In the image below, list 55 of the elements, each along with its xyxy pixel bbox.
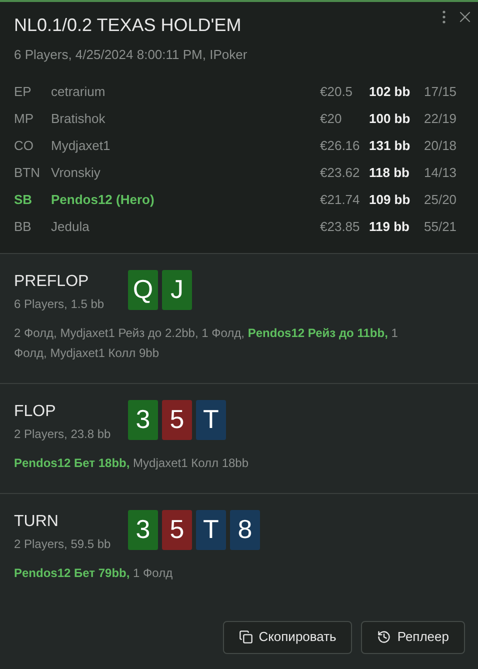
card: T [196, 400, 226, 440]
player-stats: 20/18 [424, 137, 458, 156]
card: 3 [128, 510, 158, 550]
replay-icon [377, 630, 392, 644]
player-stack: €20 [320, 110, 343, 128]
card: 8 [230, 510, 260, 550]
street-name: PREFLOP [14, 272, 90, 292]
player-stack: €23.85 [320, 218, 361, 236]
card: 3 [128, 400, 158, 440]
card: 5 [162, 400, 192, 440]
copy-button[interactable]: Скопировать [222, 620, 352, 654]
player-position: CO [14, 137, 34, 156]
player-stats: 55/21 [424, 218, 458, 236]
player-bb: 102 bb [369, 83, 412, 102]
player-name: Bratishok [51, 110, 106, 128]
card: T [196, 510, 226, 550]
player-position: SB [14, 191, 34, 210]
replay-button[interactable]: Реплеер [361, 620, 465, 654]
street-name: TURN [14, 512, 60, 532]
player-name: Mydjaxet1 [51, 137, 112, 156]
player-name: Jedula [51, 218, 90, 236]
street-info: 6 Players, 1.5 bb [14, 296, 106, 312]
player-stats: 22/19 [424, 110, 458, 128]
street-info: 2 Players, 23.8 bb [14, 426, 112, 442]
street-actions: 2 Фолд, Mydjaxet1 Рейз до 2.2bb, 1 Фолд, Pendos12 Рейз до 11bb, 1 Фолд, Mydjaxet1 Колл 9bb [14, 324, 399, 362]
player-bb: 119 bb [369, 218, 410, 236]
player-position: EP [14, 83, 32, 102]
player-bb: 118 bb [369, 164, 410, 182]
hand-title: NL0.1/0.2 TEXAS HOLD'EM [14, 14, 242, 37]
player-stats: 17/15 [424, 83, 458, 102]
hand-subtitle: 6 Players, 4/25/2024 8:00:11 PM, IPoker [14, 46, 248, 64]
player-bb: 109 bb [369, 191, 412, 210]
player-position: BTN [14, 164, 41, 182]
card: Q [128, 270, 158, 310]
player-stack: €23.62 [320, 164, 361, 182]
card: 5 [162, 510, 192, 550]
player-bb: 131 bb [369, 137, 412, 156]
player-stats: 14/13 [424, 164, 458, 182]
street-info: 2 Players, 59.5 bb [14, 536, 112, 552]
player-stack: €20.5 [320, 83, 354, 102]
player-stack: €21.74 [320, 191, 361, 210]
street-name: FLOP [14, 402, 57, 422]
more-icon[interactable] [442, 10, 446, 24]
card: J [162, 270, 192, 310]
street-actions: Pendos12 Бет 79bb, 1 Фолд [14, 564, 174, 582]
player-name: cetrarium [51, 83, 106, 102]
player-position: MP [14, 110, 34, 128]
player-position: BB [14, 218, 32, 236]
player-stats: 25/20 [424, 191, 458, 210]
player-stack: €26.16 [320, 137, 361, 156]
copy-icon [238, 630, 253, 644]
street-actions: Pendos12 Бет 18bb, Mydjaxet1 Колл 18bb [14, 454, 250, 472]
player-name: Vronskiy [51, 164, 102, 182]
player-name: Pendos12 (Hero) [51, 191, 156, 210]
player-bb: 100 bb [369, 110, 412, 128]
